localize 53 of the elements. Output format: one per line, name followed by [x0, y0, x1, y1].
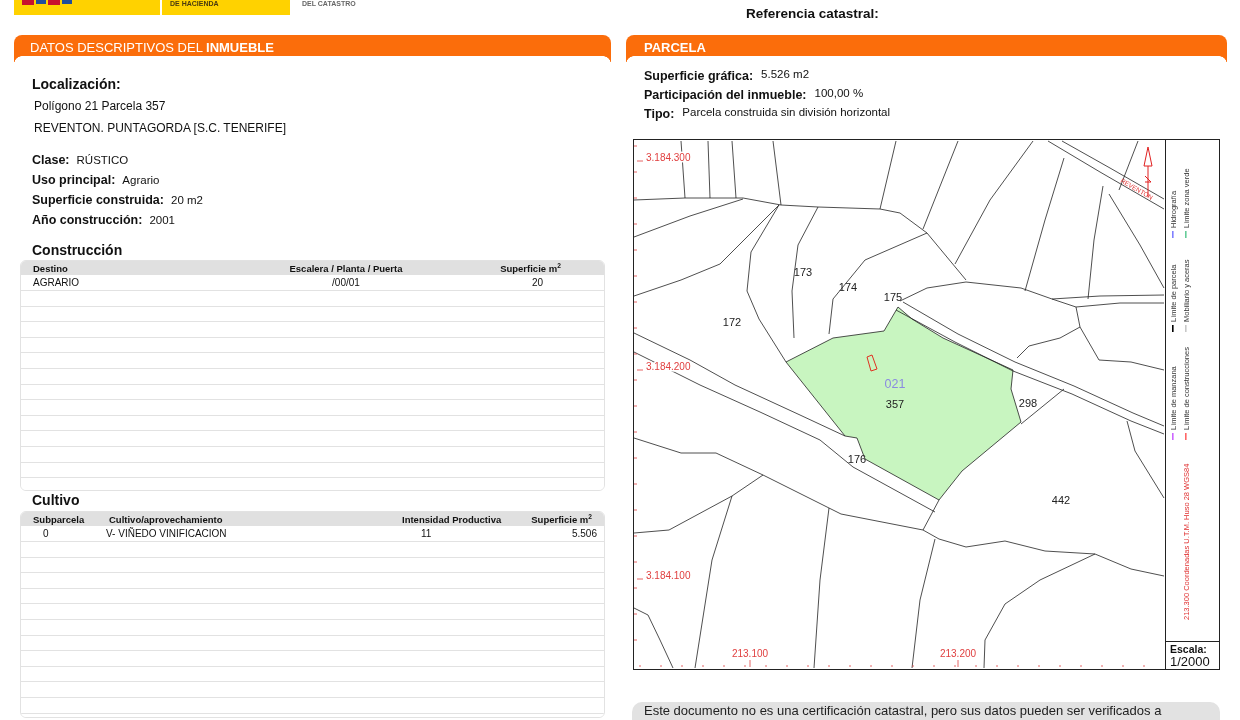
address-line: Polígono 21 Parcela 357 — [33, 98, 167, 115]
parcel-number: 174 — [838, 281, 858, 293]
column-header: Cultivo/aprovechamiento — [108, 513, 224, 525]
parcel-number: 298 — [1018, 397, 1038, 409]
disclaimer-note: Este documento no es una certificación catastral, pero sus datos pueden ser verificados a — [632, 702, 1220, 720]
table-cell-text: 0 — [42, 527, 50, 539]
parcel-number: 175 — [883, 291, 903, 303]
coordinate-label: 213.100 — [731, 648, 769, 659]
column-header: Subparcela — [32, 513, 86, 525]
section-header: PARCELA — [626, 35, 1227, 62]
field-value: 5.526 m2 — [761, 68, 810, 80]
table-title: Construcción — [32, 241, 124, 259]
table-cell-text: 5.506 — [570, 527, 598, 539]
table-title: Cultivo — [32, 491, 81, 509]
parcel-number: 172 — [722, 316, 742, 328]
field-label: Superficie construida: — [32, 193, 164, 207]
field-label: Superficie gráfica: — [644, 68, 754, 83]
table-cell-text: AGRARIO — [32, 276, 81, 288]
field-value: 20 m2 — [171, 194, 203, 206]
column-header: Escalera / Planta / Puerta — [288, 262, 404, 274]
table-cell-text: 11 — [420, 527, 433, 539]
parcel-number: 442 — [1051, 494, 1071, 506]
coordinate-label: 3.184.100 — [646, 570, 691, 581]
column-header: Superficie m$^{2}$ — [499, 262, 562, 274]
parcel-number: 173 — [793, 266, 813, 278]
field-label: Uso principal: — [32, 173, 116, 187]
field-value: RÚSTICO — [76, 154, 129, 166]
location-title: Localización: — [32, 75, 122, 93]
building-outline — [866, 354, 878, 372]
address-line: REVENTON. PUNTAGORDA [S.C. TENERIFE] — [33, 120, 288, 137]
coordinate-label: 3.184.300 — [646, 152, 691, 163]
parcel-number: 176 — [847, 453, 867, 465]
scale-value: 1/2000 — [1170, 655, 1211, 668]
field-label: Año construcción: — [32, 213, 143, 227]
coordinate-label: 213.200 — [939, 648, 977, 659]
column-header: Superficie m$^{2}$ — [530, 513, 593, 525]
table-cell-text: V- VIÑEDO VINIFICACION — [106, 527, 228, 539]
parcel-number: 357 — [885, 398, 905, 410]
field-value: Agrario — [122, 174, 160, 186]
table-cell-text: /00/01 — [331, 276, 361, 288]
field-value: 2001 — [149, 214, 175, 226]
field-label: Clase: — [32, 153, 70, 167]
table-cell-text: 20 — [530, 276, 545, 288]
field-label: Tipo: — [644, 106, 675, 121]
reference-label: Referencia catastral: — [746, 6, 879, 21]
section-header: DATOS DESCRIPTIVOS DEL INMUEBLE — [14, 35, 611, 62]
column-header: Intensidad Productiva — [401, 513, 503, 525]
column-header: Destino — [32, 262, 69, 274]
field-value: Parcela construida sin división horizontal — [682, 106, 891, 118]
scale-label: Escala: — [1170, 644, 1208, 655]
field-label: Participación del inmueble: — [644, 87, 807, 102]
field-value: 100,00 % — [814, 87, 864, 99]
polygon-number: 021 — [884, 377, 906, 391]
